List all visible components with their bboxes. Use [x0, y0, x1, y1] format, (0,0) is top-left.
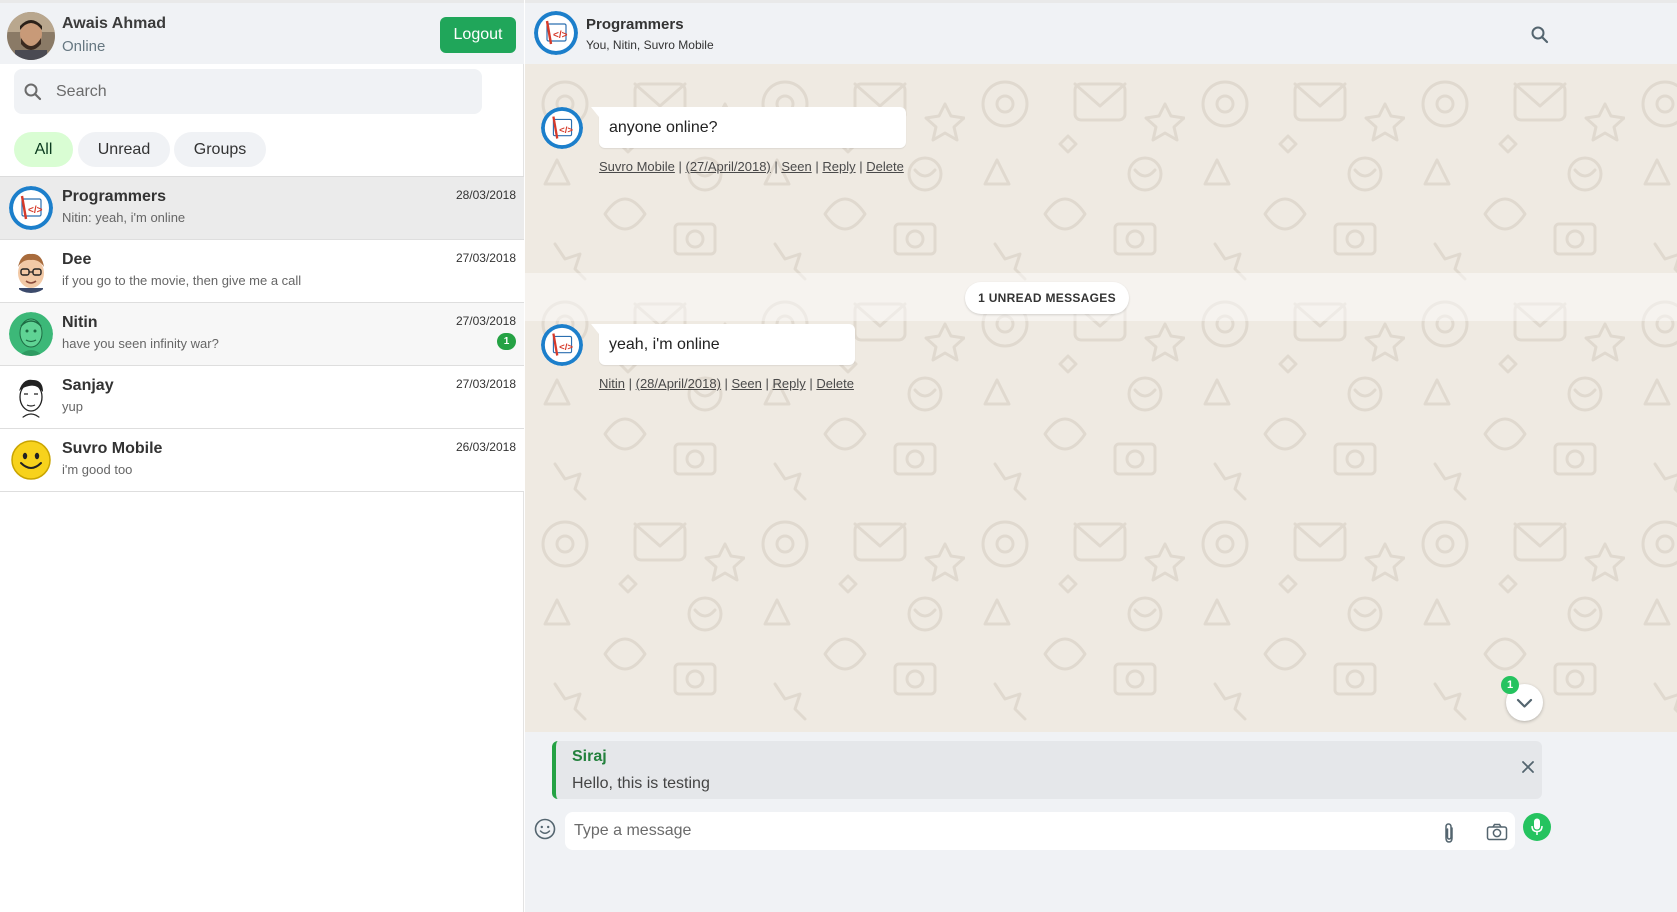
search-icon[interactable] [1530, 25, 1550, 45]
unread-count-badge: 1 [497, 333, 516, 350]
chevron-down-icon [1516, 698, 1533, 708]
chat-preview: Nitin: yeah, i'm online [62, 210, 186, 225]
camera-icon[interactable] [1486, 823, 1508, 841]
chat-name: Programmers [62, 188, 167, 205]
user-avatar[interactable] [7, 12, 55, 60]
svg-text:</>: </> [559, 125, 573, 136]
sender-avatar: </> [541, 324, 583, 366]
microphone-icon [1531, 818, 1543, 835]
chat-item-programmers[interactable]: </> Programmers Nitin: yeah, i'm online … [0, 177, 524, 240]
message-bubble[interactable]: yeah, i'm online [591, 324, 855, 365]
cartoon-glasses-avatar [9, 249, 53, 293]
message-date-link[interactable]: (28/April/2018) [636, 376, 721, 391]
chat-date: 26/03/2018 [455, 440, 516, 454]
conversation-title: Programmers [586, 16, 684, 33]
chat-preview: i'm good too [62, 462, 133, 477]
message-input-field[interactable] [565, 812, 1515, 850]
unread-messages-pill: 1 UNREAD MESSAGES [965, 282, 1129, 314]
chat-item-dee[interactable]: Dee if you go to the movie, then give me… [0, 240, 524, 303]
chat-date: 27/03/2018 [455, 377, 516, 391]
svg-text:</>: </> [553, 30, 568, 41]
message-delete-link[interactable]: Delete [866, 159, 904, 174]
logout-button[interactable]: Logout [440, 17, 516, 53]
composer-footer: Siraj Hello, this is testing [525, 732, 1677, 912]
filter-groups-chip[interactable]: Groups [174, 132, 266, 167]
chat-list: </> Programmers Nitin: yeah, i'm online … [0, 176, 524, 492]
search-icon [24, 83, 42, 101]
conversation-members: You, Nitin, Suvro Mobile [586, 38, 714, 52]
chat-name: Nitin [62, 314, 98, 331]
sender-avatar: </> [541, 107, 583, 149]
scroll-to-bottom-button[interactable]: 1 [1501, 676, 1543, 721]
reply-text: Hello, this is testing [572, 775, 710, 792]
paperclip-icon[interactable] [1440, 822, 1458, 844]
message-bubble[interactable]: anyone online? [591, 107, 906, 148]
chat-item-suvro-mobile[interactable]: Suvro Mobile i'm good too 26/03/2018 [0, 429, 524, 492]
message-reply-link[interactable]: Reply [773, 376, 806, 391]
chat-preview: have you seen infinity war? [62, 336, 219, 351]
microphone-button[interactable] [1523, 813, 1551, 841]
emoji-icon[interactable] [534, 818, 556, 840]
reply-author: Siraj [572, 748, 607, 765]
filter-unread-chip[interactable]: Unread [78, 132, 170, 167]
conversation-pane: </> Programmers You, Nitin, Suvro Mobile [525, 0, 1677, 912]
chat-name: Sanjay [62, 377, 114, 394]
chat-list-pane: Awais Ahmad Online Logout All Unread Gro… [0, 0, 524, 912]
close-icon[interactable] [1521, 760, 1535, 774]
chat-date: 27/03/2018 [455, 251, 516, 265]
chat-date: 27/03/2018 [455, 314, 516, 328]
user-name: Awais Ahmad [62, 15, 167, 32]
message-seen-link[interactable]: Seen [732, 376, 762, 391]
message-composer [525, 810, 1677, 854]
group-avatar[interactable]: </> [534, 11, 578, 55]
code-logo-avatar: </> [9, 186, 53, 230]
message-date-link[interactable]: (27/April/2018) [685, 159, 770, 174]
message-author-link[interactable]: Suvro Mobile [599, 159, 675, 174]
smiley-avatar [9, 438, 53, 482]
message-input[interactable] [574, 817, 1414, 845]
message-meta: Suvro Mobile | (27/April/2018) | Seen | … [599, 159, 904, 174]
reply-preview: Siraj Hello, this is testing [552, 741, 1542, 799]
chat-date: 28/03/2018 [455, 188, 516, 202]
profile-header: Awais Ahmad Online Logout [0, 0, 524, 64]
svg-text:</>: </> [28, 205, 43, 216]
search-box[interactable] [14, 69, 482, 114]
chat-item-nitin[interactable]: Nitin have you seen infinity war? 27/03/… [0, 303, 524, 366]
chat-name: Dee [62, 251, 92, 268]
message-seen-link[interactable]: Seen [781, 159, 811, 174]
conversation-header[interactable]: </> Programmers You, Nitin, Suvro Mobile [525, 0, 1677, 64]
chat-name: Suvro Mobile [62, 440, 163, 457]
message-delete-link[interactable]: Delete [816, 376, 854, 391]
unread-divider: 1 UNREAD MESSAGES [525, 273, 1677, 321]
filter-all-chip[interactable]: All [14, 132, 73, 167]
message-meta: Nitin | (28/April/2018) | Seen | Reply |… [599, 376, 854, 391]
message-author-link[interactable]: Nitin [599, 376, 625, 391]
green-sketch-avatar [9, 312, 53, 356]
message-reply-link[interactable]: Reply [822, 159, 855, 174]
chat-preview: yup [62, 399, 83, 414]
new-message-badge: 1 [1501, 676, 1519, 694]
chat-item-sanjay[interactable]: Sanjay yup 27/03/2018 [0, 366, 524, 429]
svg-text:</>: </> [559, 342, 573, 353]
search-input[interactable] [56, 77, 466, 107]
line-drawing-avatar [9, 375, 53, 419]
user-status: Online [62, 38, 106, 55]
chat-preview: if you go to the movie, then give me a c… [62, 273, 302, 288]
message-area[interactable]: </> anyone online? Suvro Mobile | (27/Ap… [525, 64, 1677, 732]
